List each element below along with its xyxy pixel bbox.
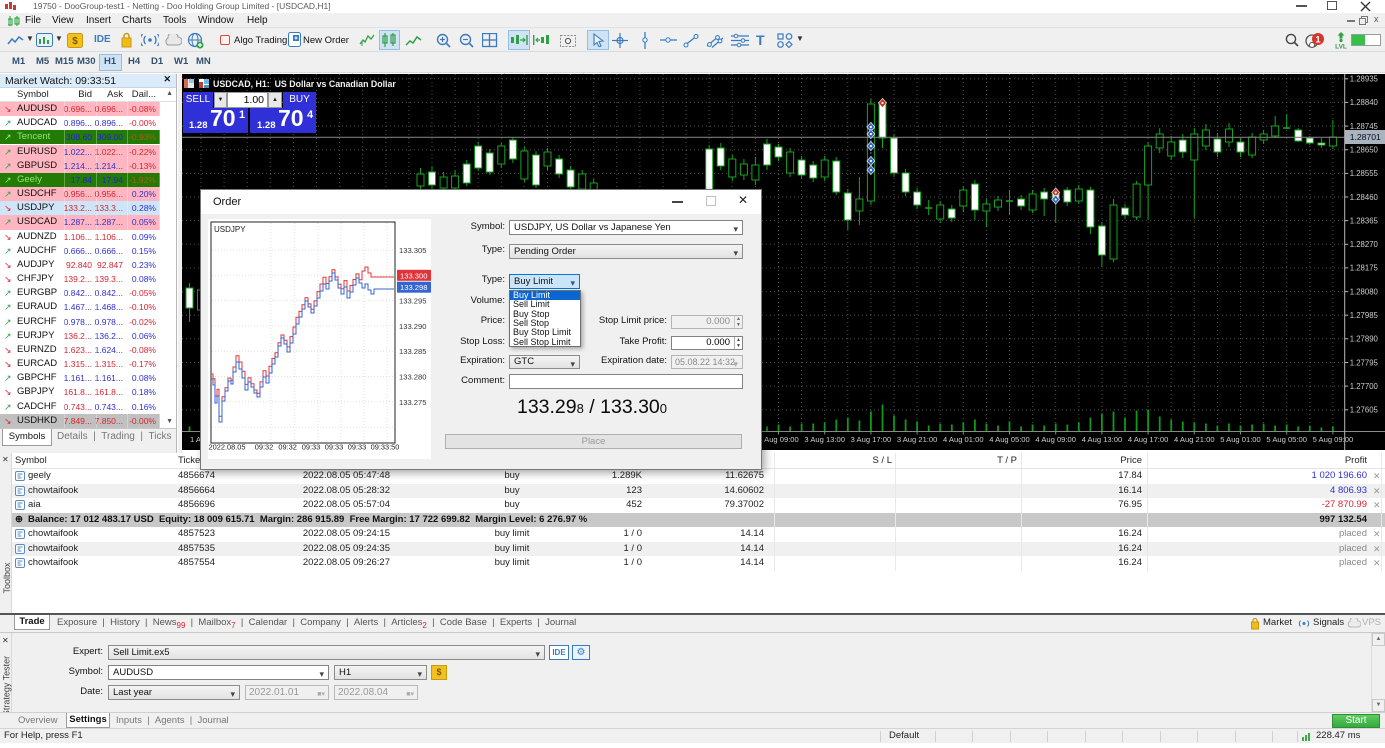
svg-text:09:33: 09:33 — [348, 443, 367, 452]
svg-text:USDJPY: USDJPY — [214, 225, 246, 234]
svg-text:1.27700: 1.27700 — [1350, 382, 1379, 391]
svg-text:1.28840: 1.28840 — [1350, 98, 1379, 107]
svg-text:1.28745: 1.28745 — [1350, 122, 1379, 131]
svg-text:2022.08.05: 2022.08.05 — [209, 443, 246, 452]
svg-text:1.28701: 1.28701 — [1350, 132, 1381, 142]
svg-text:3 Aug 09:00: 3 Aug 09:00 — [758, 435, 799, 444]
svg-text:09:33: 09:33 — [325, 443, 344, 452]
svg-text:1.27605: 1.27605 — [1350, 406, 1379, 415]
svg-text:1.27795: 1.27795 — [1350, 358, 1379, 367]
svg-text:1.28935: 1.28935 — [1350, 75, 1379, 84]
svg-text:4 Aug 01:00: 4 Aug 01:00 — [943, 435, 984, 444]
svg-text:1.28365: 1.28365 — [1350, 216, 1379, 225]
svg-text:4 Aug 09:00: 4 Aug 09:00 — [1035, 435, 1076, 444]
svg-text:LVL: LVL — [1335, 44, 1347, 50]
svg-text:1.28080: 1.28080 — [1350, 287, 1379, 296]
svg-text:5 Aug 09:00: 5 Aug 09:00 — [1313, 435, 1354, 444]
svg-text:09:32: 09:32 — [278, 443, 297, 452]
svg-text:1.28175: 1.28175 — [1350, 264, 1379, 273]
svg-text:09:33: 09:33 — [302, 443, 321, 452]
svg-text:4 Aug 05:00: 4 Aug 05:00 — [989, 435, 1030, 444]
svg-text:5 Aug 05:00: 5 Aug 05:00 — [1266, 435, 1307, 444]
svg-text:1.28460: 1.28460 — [1350, 193, 1379, 202]
svg-text:1: 1 — [1315, 35, 1321, 46]
svg-text:1.27985: 1.27985 — [1350, 311, 1379, 320]
svg-text:1.28650: 1.28650 — [1350, 146, 1379, 155]
svg-text:4 Aug 17:00: 4 Aug 17:00 — [1128, 435, 1169, 444]
svg-text:09:32: 09:32 — [255, 443, 274, 452]
svg-text:$: $ — [72, 36, 78, 47]
svg-text:5 Aug 01:00: 5 Aug 01:00 — [1220, 435, 1261, 444]
svg-text:3 Aug 21:00: 3 Aug 21:00 — [897, 435, 938, 444]
svg-text:1.28270: 1.28270 — [1350, 240, 1379, 249]
svg-text:3 Aug 13:00: 3 Aug 13:00 — [804, 435, 845, 444]
svg-text:09:33:50: 09:33:50 — [371, 443, 400, 452]
svg-text:3 Aug 17:00: 3 Aug 17:00 — [851, 435, 892, 444]
svg-text:4 Aug 13:00: 4 Aug 13:00 — [1082, 435, 1123, 444]
svg-text:4 Aug 21:00: 4 Aug 21:00 — [1174, 435, 1215, 444]
svg-text:1.27890: 1.27890 — [1350, 335, 1379, 344]
svg-text:1.28555: 1.28555 — [1350, 169, 1379, 178]
